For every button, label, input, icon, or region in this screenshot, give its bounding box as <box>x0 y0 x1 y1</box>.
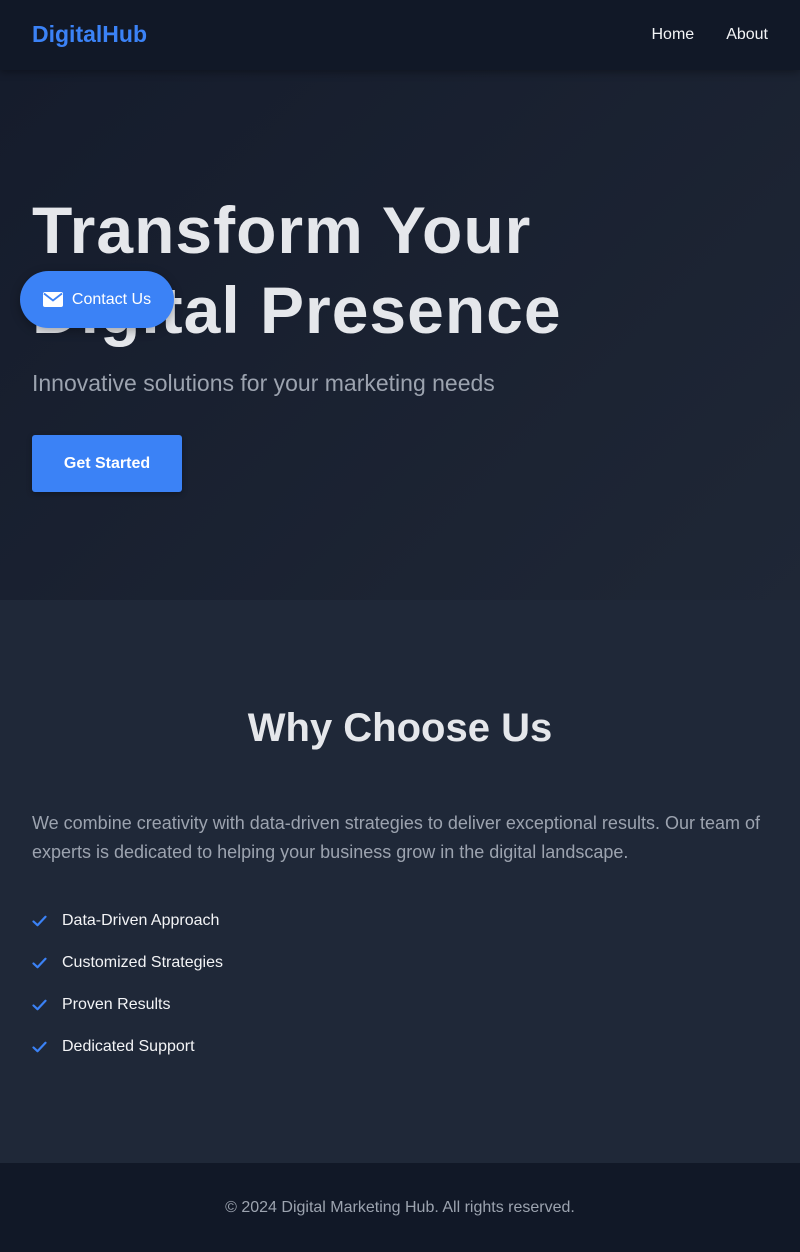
section-description: We combine creativity with data-driven s… <box>32 813 760 862</box>
feature-label: Customized Strategies <box>62 954 223 971</box>
navbar: DigitalHub Home About <box>0 0 800 70</box>
feature-item: Customized Strategies <box>32 942 223 984</box>
envelope-icon <box>42 292 63 307</box>
hero-section: Transform Your Digital Presence Innovati… <box>0 70 800 600</box>
feature-item: Proven Results <box>32 984 223 1026</box>
nav-links: Home About <box>652 26 769 44</box>
feature-item: Dedicated Support <box>32 1026 223 1068</box>
nav-link-home[interactable]: Home <box>652 26 695 44</box>
footer: © 2024 Digital Marketing Hub. All rights… <box>0 1163 800 1252</box>
feature-label: Proven Results <box>62 996 171 1013</box>
brand-logo[interactable]: DigitalHub <box>32 21 147 48</box>
feature-label: Dedicated Support <box>62 1038 195 1055</box>
check-icon <box>32 1041 47 1053</box>
hero-subtitle: Innovative solutions for your marketing … <box>32 370 495 396</box>
feature-list: Data-Driven Approach Customized Strategi… <box>32 900 223 1068</box>
copyright-text: © 2024 Digital Marketing Hub. All rights… <box>225 1199 575 1216</box>
get-started-button[interactable]: Get Started <box>32 435 182 492</box>
check-icon <box>32 957 47 969</box>
nav-link-about[interactable]: About <box>726 26 768 44</box>
check-icon <box>32 999 47 1011</box>
contact-us-label: Contact Us <box>71 290 152 308</box>
feature-item: Data-Driven Approach <box>32 900 223 942</box>
contact-us-button[interactable]: Contact Us <box>20 271 174 328</box>
check-icon <box>32 915 47 927</box>
section-title: Why Choose Us <box>247 706 553 750</box>
feature-label: Data-Driven Approach <box>62 912 220 929</box>
why-choose-us-section: Why Choose Us We combine creativity with… <box>0 600 800 1163</box>
